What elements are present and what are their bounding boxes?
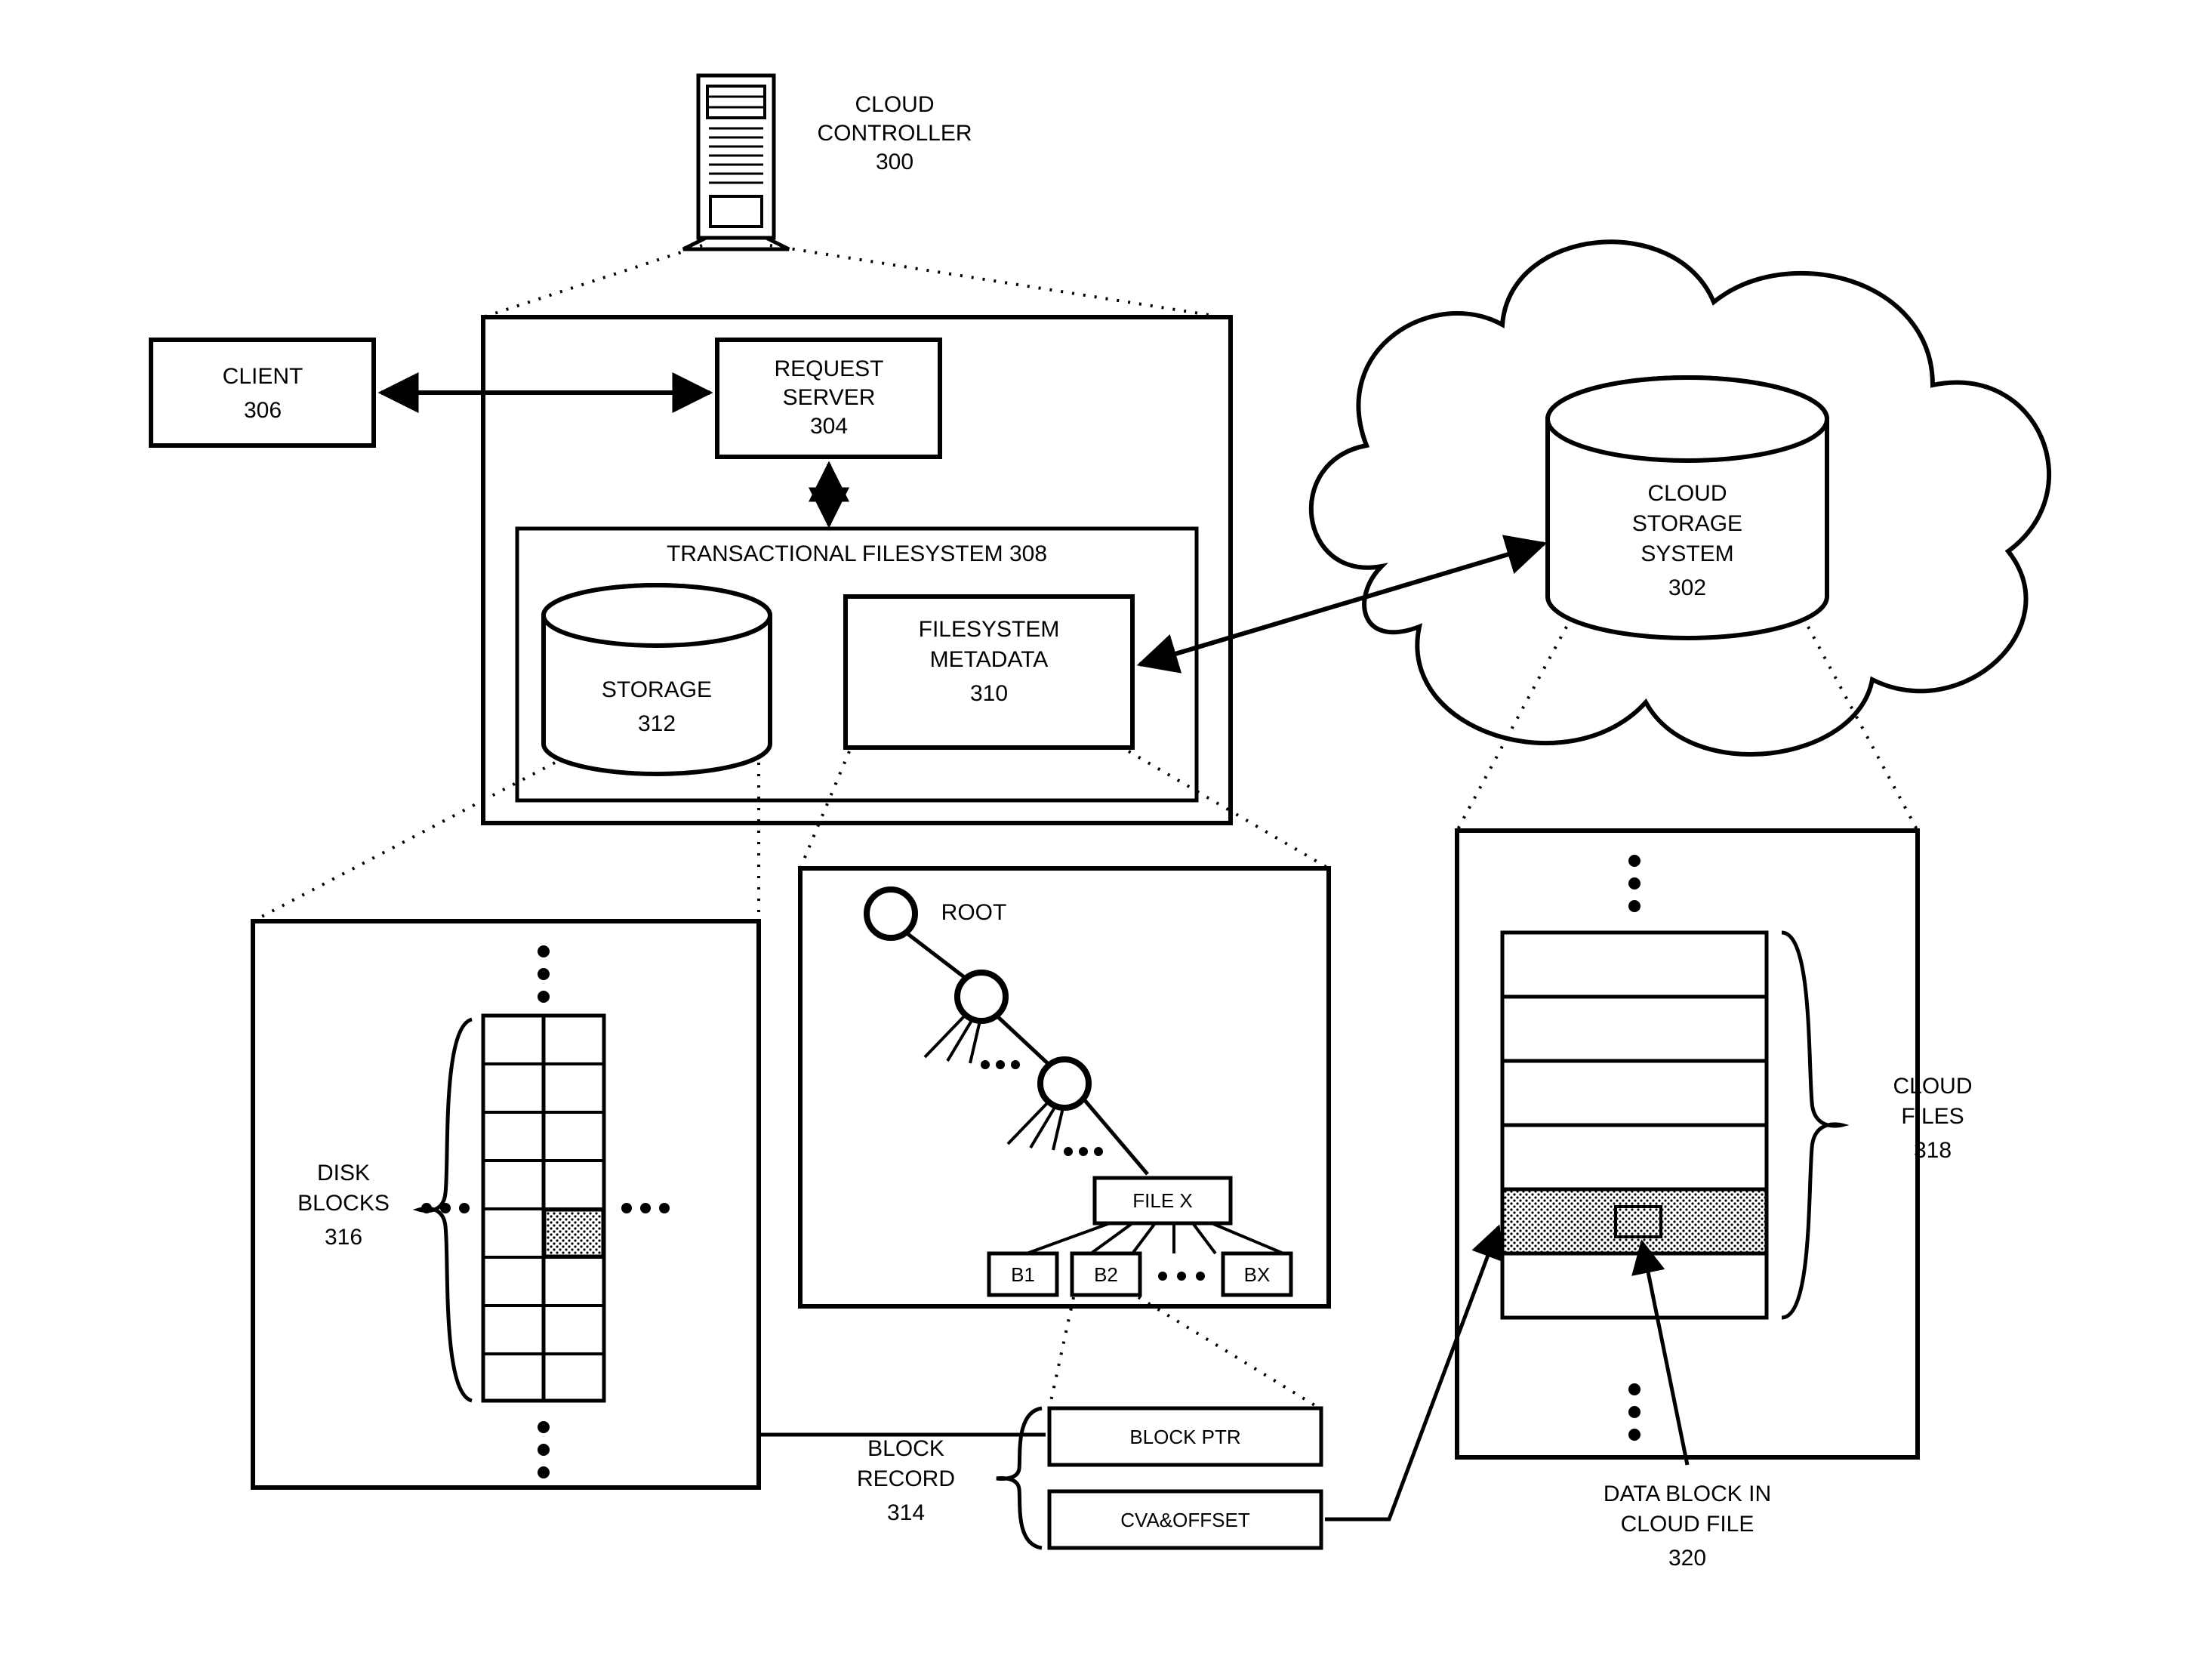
cloud-controller-l1: CLOUD — [855, 92, 934, 117]
client-num: 306 — [244, 398, 282, 423]
cloud-storage-l1: CLOUD — [1647, 481, 1727, 506]
disk-blocks-l2: BLOCKS — [297, 1191, 390, 1216]
block-record-num: 314 — [887, 1500, 925, 1525]
disk-blocks-box: DISK BLOCKS 316 — [253, 921, 759, 1488]
block-record-l2: RECORD — [857, 1466, 955, 1491]
cloud-controller: CLOUD CONTROLLER 300 — [683, 76, 972, 249]
storage-l1: STORAGE — [602, 677, 712, 702]
cloud-storage-cylinder: CLOUD STORAGE SYSTEM 302 — [1548, 378, 1827, 638]
root-label: ROOT — [941, 900, 1007, 925]
client-box: CLIENT 306 — [151, 340, 374, 446]
block-record-l1: BLOCK — [867, 1436, 944, 1461]
b1-label: B1 — [1011, 1263, 1035, 1286]
fs-tree-box: ROOT FILE X B1 B2 BX — [800, 868, 1329, 1306]
data-block-l2: CLOUD FILE — [1621, 1512, 1755, 1537]
request-server-l1: REQUEST — [774, 356, 883, 381]
bx-label: BX — [1244, 1263, 1271, 1286]
data-block-in-cloud-file — [1616, 1207, 1661, 1237]
cloud-storage-l2: STORAGE — [1632, 511, 1742, 536]
cloud-files-l2: FILES — [1901, 1104, 1964, 1129]
projection-server-mainbox — [483, 245, 1223, 317]
cloud-storage-num: 302 — [1668, 575, 1706, 600]
storage-cylinder: STORAGE 312 — [544, 585, 770, 774]
b2-label: B2 — [1094, 1263, 1118, 1286]
cloud-files-num: 318 — [1914, 1138, 1952, 1163]
cloud-files-box: CLOUD FILES 318 — [1457, 831, 1973, 1457]
request-server-box: REQUEST SERVER 304 — [717, 340, 940, 457]
fs-metadata-box: FILESYSTEM METADATA 310 — [846, 597, 1132, 748]
projection-b2-record — [1049, 1297, 1320, 1408]
data-block-l1: DATA BLOCK IN — [1604, 1481, 1771, 1506]
cloud-storage-l3: SYSTEM — [1641, 541, 1733, 566]
storage-num: 312 — [638, 711, 676, 736]
data-block-num: 320 — [1668, 1546, 1706, 1571]
fs-meta-l2: METADATA — [930, 647, 1049, 672]
fs-meta-num: 310 — [970, 681, 1008, 706]
block-record: BLOCK PTR CVA&OFFSET BLOCK RECORD 314 — [857, 1408, 1321, 1548]
block-ptr-label: BLOCK PTR — [1129, 1426, 1240, 1448]
tx-fs-title: TRANSACTIONAL FILESYSTEM 308 — [667, 541, 1047, 566]
cva-offset-label: CVA&OFFSET — [1120, 1509, 1250, 1531]
cloud-files-l1: CLOUD — [1893, 1074, 1972, 1099]
disk-blocks-num: 316 — [325, 1225, 362, 1250]
request-server-l2: SERVER — [783, 385, 876, 410]
disk-blocks-l1: DISK — [317, 1161, 370, 1185]
cloud-controller-num: 300 — [876, 150, 913, 174]
cloud-controller-l2: CONTROLLER — [817, 121, 972, 146]
fs-meta-l1: FILESYSTEM — [919, 617, 1060, 642]
request-server-num: 304 — [810, 414, 848, 439]
client-l1: CLIENT — [223, 364, 303, 389]
file-x-label: FILE X — [1132, 1189, 1192, 1212]
